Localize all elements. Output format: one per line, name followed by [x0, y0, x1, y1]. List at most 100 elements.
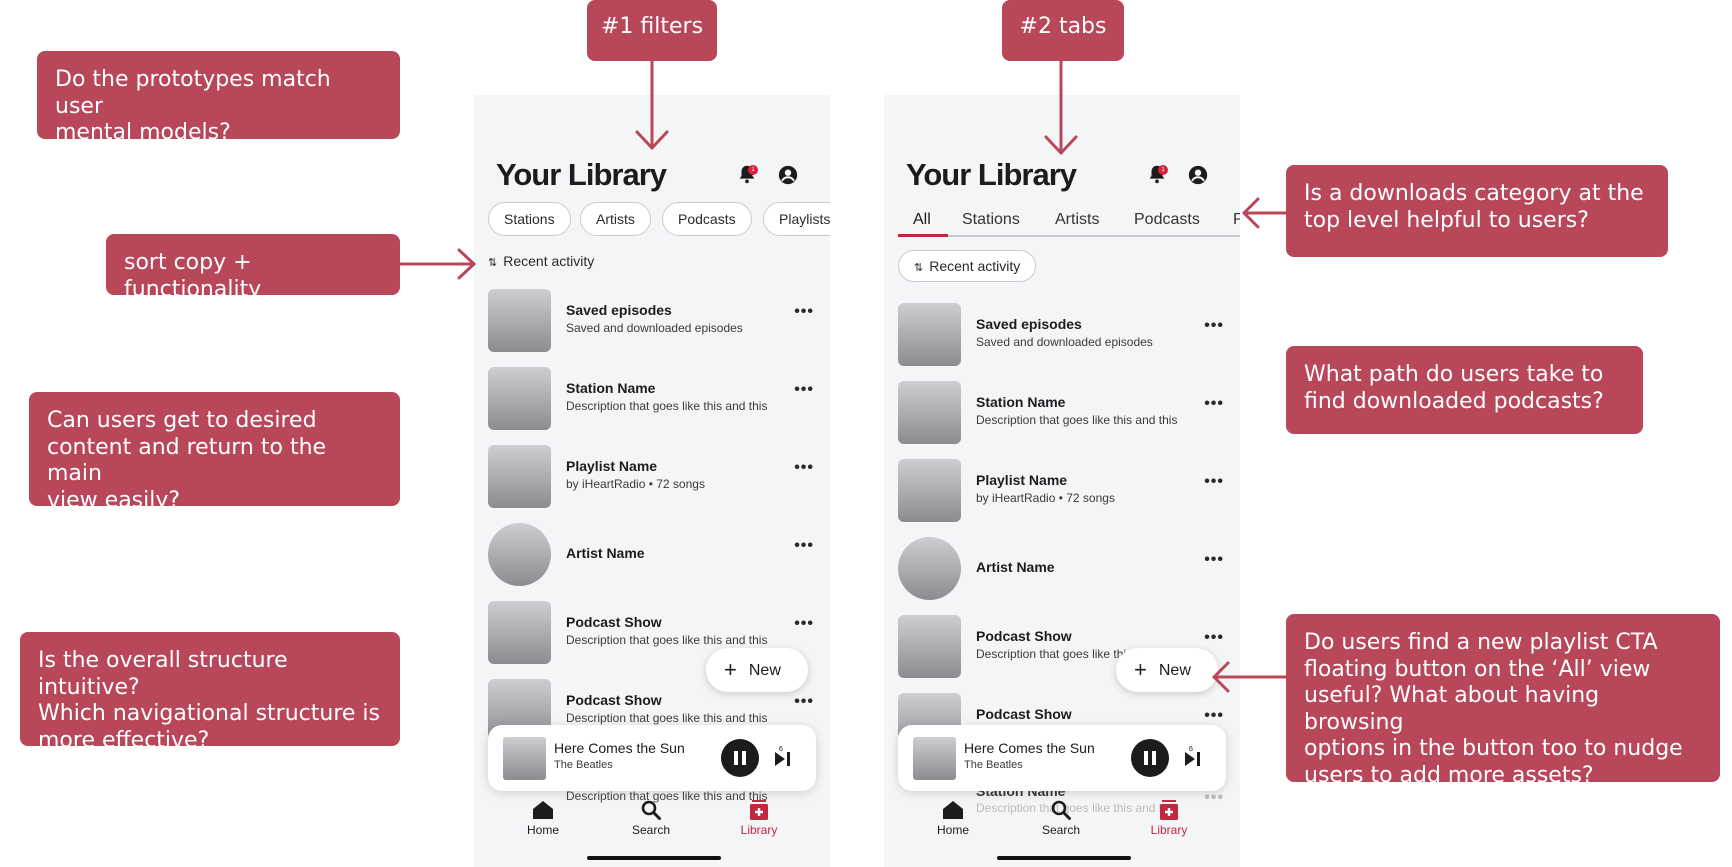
obscured-item-subtitle: Description that goes like this and this [566, 789, 768, 803]
track-artwork [913, 737, 956, 780]
artist-avatar [488, 523, 551, 586]
filter-chip-playlists[interactable]: Playlists [763, 202, 830, 236]
note-fab: Do users find a new playlist CTA floating… [1286, 614, 1720, 788]
library-icon[interactable] [1160, 800, 1178, 820]
nav-library[interactable]: Library [1134, 823, 1204, 837]
more-options-icon[interactable]: ••• [794, 303, 814, 321]
item-subtitle: Description that goes like this and this [976, 413, 1178, 427]
mini-player[interactable]: Here Comes the Sun The Beatles 6 [488, 725, 816, 791]
filter-chip-stations[interactable]: Stations [488, 202, 571, 236]
item-artwork [488, 367, 551, 430]
library-icon[interactable] [750, 800, 768, 820]
list-item[interactable]: Station Name Description that goes like … [884, 371, 1240, 449]
list-item[interactable]: Saved episodes Saved and downloaded epis… [474, 279, 830, 357]
svg-text:6: 6 [779, 746, 783, 753]
active-tab-indicator [898, 234, 948, 237]
pause-button[interactable] [721, 739, 759, 777]
notification-badge: 1 [1158, 165, 1168, 175]
item-title: Playlist Name [976, 472, 1068, 488]
profile-icon[interactable] [777, 164, 799, 186]
item-title: Saved episodes [566, 302, 672, 318]
more-options-icon[interactable]: ••• [1204, 473, 1224, 491]
page-title: Your Library [906, 157, 1077, 192]
track-artist: The Beatles [554, 759, 613, 771]
canvas: Do the prototypes match user mental model… [0, 0, 1732, 867]
note-mental-models: Do the prototypes match user mental model… [37, 51, 400, 145]
item-title: Artist Name [976, 559, 1055, 575]
new-label: New [1158, 662, 1191, 679]
item-title: Podcast Show [976, 706, 1072, 722]
sort-button[interactable]: ⇅ Recent activity [488, 253, 594, 269]
list-item[interactable]: Station Name Description that goes like … [474, 357, 830, 435]
skip-forward-icon[interactable]: 6 [1182, 746, 1204, 770]
note-navigation: Can users get to desired content and retu… [29, 392, 400, 513]
list-item[interactable]: Artist Name ••• [474, 513, 830, 591]
svg-text:6: 6 [1189, 746, 1193, 753]
more-options-icon[interactable]: ••• [1204, 317, 1224, 335]
item-artwork [488, 601, 551, 664]
item-subtitle: Saved and downloaded episodes [976, 335, 1153, 349]
item-subtitle: Saved and downloaded episodes [566, 321, 743, 335]
tab-stations[interactable]: Stations [962, 211, 1020, 229]
item-subtitle: by iHeartRadio • 72 songs [976, 491, 1115, 505]
search-icon[interactable] [1051, 800, 1071, 820]
label-tabs: #2 tabs [1002, 0, 1124, 61]
nav-search[interactable]: Search [616, 823, 686, 837]
more-options-icon[interactable]: ••• [794, 459, 814, 477]
nav-home[interactable]: Home [508, 823, 578, 837]
item-title: Station Name [976, 394, 1066, 410]
sort-button[interactable]: ⇅ Recent activity [898, 250, 1037, 282]
plus-icon: + [724, 657, 737, 682]
more-options-icon[interactable]: ••• [1204, 551, 1224, 569]
search-icon[interactable] [641, 800, 661, 820]
item-title: Artist Name [566, 545, 645, 561]
list-item[interactable]: Playlist Name by iHeartRadio • 72 songs … [474, 435, 830, 513]
tab-all[interactable]: All [913, 211, 931, 229]
more-options-icon[interactable]: ••• [794, 615, 814, 633]
item-subtitle: Description that goes like this and this [566, 711, 768, 725]
nav-search[interactable]: Search [1026, 823, 1096, 837]
note-downloads-category: Is a downloads category at the top level … [1286, 165, 1668, 257]
list-item[interactable]: Saved episodes Saved and downloaded epis… [884, 293, 1240, 371]
obscured-more-icon: ••• [1204, 789, 1224, 806]
home-indicator [997, 856, 1131, 860]
more-options-icon[interactable]: ••• [1204, 707, 1224, 725]
tab-playlists[interactable]: P [1233, 211, 1240, 229]
more-options-icon[interactable]: ••• [794, 693, 814, 711]
artist-avatar [898, 537, 961, 600]
new-playlist-button[interactable]: + New [1116, 648, 1218, 692]
page-title: Your Library [496, 157, 667, 192]
mini-player[interactable]: Here Comes the Sun The Beatles 6 [898, 725, 1226, 791]
pause-button[interactable] [1131, 739, 1169, 777]
skip-forward-icon[interactable]: 6 [772, 746, 794, 770]
item-title: Saved episodes [976, 316, 1082, 332]
item-artwork [898, 303, 961, 366]
obscured-item-subtitle: Description that goes like this and this [976, 801, 1178, 815]
home-icon[interactable] [532, 800, 554, 820]
item-title: Podcast Show [566, 692, 662, 708]
list-item[interactable]: Playlist Name by iHeartRadio • 72 songs … [884, 449, 1240, 527]
item-artwork [898, 381, 961, 444]
sort-label: Recent activity [503, 253, 595, 269]
new-playlist-button[interactable]: + New [706, 648, 808, 692]
list-item[interactable]: Artist Name ••• [884, 527, 1240, 605]
tab-artists[interactable]: Artists [1055, 211, 1099, 229]
new-label: New [748, 662, 781, 679]
more-options-icon[interactable]: ••• [1204, 629, 1224, 647]
item-artwork [898, 459, 961, 522]
filter-chip-podcasts[interactable]: Podcasts [662, 202, 752, 236]
profile-icon[interactable] [1187, 164, 1209, 186]
item-subtitle: Description that goes like this [976, 647, 1133, 661]
filter-chip-artists[interactable]: Artists [580, 202, 651, 236]
item-subtitle: Description that goes like this and this [566, 633, 768, 647]
sort-icon: ⇅ [914, 262, 924, 274]
item-title: Podcast Show [566, 614, 662, 630]
more-options-icon[interactable]: ••• [794, 537, 814, 555]
tab-podcasts[interactable]: Podcasts [1134, 211, 1200, 229]
more-options-icon[interactable]: ••• [794, 381, 814, 399]
nav-library[interactable]: Library [724, 823, 794, 837]
track-artwork [503, 737, 546, 780]
more-options-icon[interactable]: ••• [1204, 395, 1224, 413]
home-icon[interactable] [942, 800, 964, 820]
nav-home[interactable]: Home [918, 823, 988, 837]
